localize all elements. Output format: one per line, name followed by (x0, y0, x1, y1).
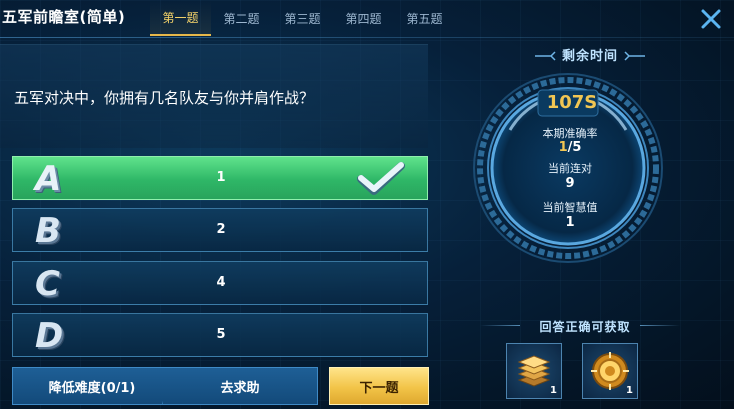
accuracy-total: /5 (567, 140, 582, 155)
reward-count: 1 (550, 385, 557, 396)
accuracy-label: 本期准确率 (542, 127, 598, 140)
reward-item-books[interactable]: 1 (506, 343, 562, 399)
next-question-button[interactable]: 下一题 (329, 367, 429, 405)
left-ornament-icon (534, 50, 556, 61)
option-text: 4 (216, 275, 226, 290)
reward-title-wrap: 回答正确可获取 (500, 316, 670, 335)
wisdom-value: 1 (565, 215, 575, 230)
wisdom-label: 当前智慧值 (542, 201, 598, 214)
tab-question-3[interactable]: 第三题 (272, 0, 333, 36)
right-ornament-icon (624, 50, 646, 61)
option-d[interactable]: D 5 (12, 313, 428, 357)
tab-question-5[interactable]: 第五题 (394, 0, 455, 36)
question-tabs: 第一题 第二题 第三题 第四题 第五题 (150, 0, 455, 38)
option-c[interactable]: C 4 (12, 261, 428, 305)
ask-help-button[interactable]: 去求助 (162, 367, 318, 405)
question-text: 五军对决中，你拥有几名队友与你并肩作战？ (14, 89, 315, 107)
reward-title: 回答正确可获取 (539, 320, 631, 334)
streak-label: 当前连对 (548, 162, 592, 175)
option-text: 1 (216, 170, 226, 185)
option-letter: A (35, 159, 62, 199)
tab-question-4[interactable]: 第四题 (333, 0, 394, 36)
accuracy-value: 1/5 (510, 140, 630, 155)
header-divider (0, 37, 734, 38)
time-title: 剩余时间 (561, 49, 618, 64)
tab-question-2[interactable]: 第二题 (211, 0, 272, 36)
question-panel: 五军对决中，你拥有几名队友与你并肩作战？ (0, 44, 428, 148)
tab-question-1[interactable]: 第一题 (150, 0, 211, 36)
time-title-wrap: 剩余时间 (510, 45, 670, 64)
reward-count: 1 (626, 385, 633, 396)
option-text: 5 (216, 327, 226, 342)
option-letter: B (35, 211, 61, 251)
checkmark-icon (357, 162, 405, 195)
option-letter: C (35, 264, 60, 304)
close-x-icon (701, 9, 721, 29)
option-a[interactable]: A 1 (12, 156, 428, 200)
accuracy-correct-count: 1 (558, 140, 568, 155)
option-letter: D (35, 316, 64, 356)
option-text: 2 (216, 222, 226, 237)
streak-value: 9 (565, 176, 575, 191)
option-b[interactable]: B 2 (12, 208, 428, 252)
page-title: 五军前瞻室(简单) (2, 8, 126, 26)
time-remaining: 107S (546, 92, 598, 113)
reward-item-medal[interactable]: 1 (582, 343, 638, 399)
header: 五军前瞻室(简单) 第一题 第二题 第三题 第四题 第五题 (0, 0, 734, 38)
lower-difficulty-button[interactable]: 降低难度(0/1) (12, 367, 172, 405)
close-button[interactable] (698, 6, 724, 32)
